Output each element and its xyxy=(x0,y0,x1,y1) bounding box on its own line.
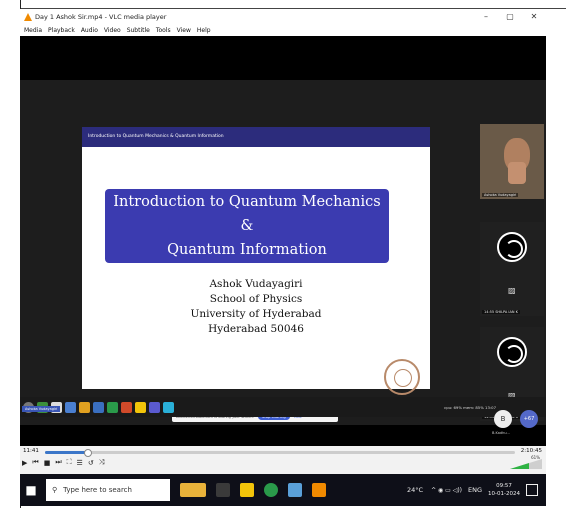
shuffle-button[interactable]: ⤨ xyxy=(99,458,105,467)
remote-app-icon xyxy=(121,401,132,413)
play-button[interactable]: ▶ xyxy=(22,459,27,467)
shared-screen: Introduction to Quantum Mechanics & Quan… xyxy=(20,80,546,425)
window-controls: – ▢ ✕ xyxy=(474,12,546,21)
clock-date: 10-01-2024 xyxy=(488,491,520,497)
participant-tile-2: ▨ 14:55 SHILPA IAN K xyxy=(480,222,544,316)
menu-video[interactable]: Video xyxy=(104,27,121,34)
title-bar: Day 1 Ashok Sir.mp4 - VLC media player –… xyxy=(20,9,546,24)
obs-icon xyxy=(497,337,527,367)
previous-button[interactable]: ⏮ xyxy=(32,458,38,467)
remote-app-icon xyxy=(163,401,174,413)
loop-button[interactable]: ↺ xyxy=(88,459,94,467)
university-seal-icon xyxy=(384,359,420,395)
playback-buttons: ▶ ⏮ ■ ⏭ ⛶ ☰ ↺ ⤨ xyxy=(22,458,109,467)
seek-bar[interactable] xyxy=(45,449,515,457)
total-duration: 2:10:45 xyxy=(520,448,542,454)
search-icon: ⚲ xyxy=(52,486,58,494)
remote-app-icon xyxy=(93,401,104,413)
volume-level xyxy=(510,463,529,469)
remote-cpu-mem: cpu: 69% mem: 85% xyxy=(444,404,484,410)
vlc-cone-icon xyxy=(24,12,32,21)
screenshot-frame: Day 1 Ashok Sir.mp4 - VLC media player –… xyxy=(0,0,566,508)
slide-title-box: Introduction to Quantum Mechanics & Quan… xyxy=(105,189,389,263)
menu-subtitle[interactable]: Subtitle xyxy=(127,27,150,34)
participant-video-tile: Ashoka Vudayagiri xyxy=(480,124,544,199)
slide-city: Hyderabad 50046 xyxy=(208,323,304,335)
remote-app-icon xyxy=(107,401,118,413)
menu-audio[interactable]: Audio xyxy=(81,27,98,34)
window-title: Day 1 Ashok Sir.mp4 - VLC media player xyxy=(35,12,167,21)
minimize-button[interactable]: – xyxy=(474,12,498,21)
slide-title-line2: Quantum Information xyxy=(167,242,327,258)
vlc-window: Day 1 Ashok Sir.mp4 - VLC media player –… xyxy=(20,9,546,506)
weather-temperature[interactable]: 24°C xyxy=(407,486,423,494)
elapsed-time: 11:41 xyxy=(23,448,39,454)
remote-taskbar: cpu: 69% mem: 85% 13:07 xyxy=(20,397,546,417)
system-tray: 24°C ^ ◉ ▭ ◁)) ENG 09:57 10-01-2024 xyxy=(407,482,546,498)
language-indicator[interactable]: ENG xyxy=(468,486,482,494)
player-controls: 11:41 2:10:45 ▶ ⏮ ■ ⏭ ⛶ ☰ ↺ ⤨ 61% xyxy=(20,446,546,474)
scan-edge-top xyxy=(0,0,566,9)
presentation-slide: Introduction to Quantum Mechanics & Quan… xyxy=(82,127,430,395)
obs-icon xyxy=(497,232,527,262)
volume-slider[interactable]: 61% xyxy=(510,455,542,469)
playlist-button[interactable]: ☰ xyxy=(77,459,83,467)
vlc-taskbar-icon[interactable] xyxy=(312,483,326,497)
app-icon[interactable] xyxy=(288,483,302,497)
remote-app-icon xyxy=(135,401,146,413)
avatar-name: B.Kadhu... xyxy=(492,431,510,435)
slide-department: School of Physics xyxy=(209,293,303,305)
menu-tools[interactable]: Tools xyxy=(156,27,171,34)
taskbar-clock[interactable]: 09:57 10-01-2024 xyxy=(488,482,520,498)
taskbar-search-input[interactable]: ⚲ Type here to search xyxy=(46,479,170,501)
menu-playback[interactable]: Playback xyxy=(48,27,75,34)
remote-app-icon xyxy=(65,401,76,413)
task-view-icon[interactable] xyxy=(216,483,230,497)
seek-knob[interactable] xyxy=(84,449,93,457)
presenter-name-tag: Ashoka Vudayagiri xyxy=(22,406,61,412)
remote-time: 13:07 xyxy=(485,404,496,410)
clock-time: 09:57 xyxy=(496,483,512,489)
participant-name: Ashoka Vudayagiri xyxy=(482,193,519,197)
video-area[interactable]: Introduction to Quantum Mechanics & Quan… xyxy=(20,36,546,456)
participant-tile-2-label: 14:55 SHILPA IAN K xyxy=(482,310,520,314)
remote-app-icon xyxy=(79,401,90,413)
volume-percent: 61% xyxy=(531,455,540,460)
more-participants-badge: +67 xyxy=(520,410,538,428)
slide-header: Introduction to Quantum Mechanics & Quan… xyxy=(82,127,430,147)
close-button[interactable]: ✕ xyxy=(522,12,546,21)
slide-university: University of Hyderabad xyxy=(190,308,322,320)
menu-bar: Media Playback Audio Video Subtitle Tool… xyxy=(20,24,546,36)
chrome-icon[interactable] xyxy=(264,483,278,497)
menu-help[interactable]: Help xyxy=(197,27,211,34)
notification-icon[interactable] xyxy=(526,484,538,496)
slide-author: Ashok Vudayagiri xyxy=(209,278,303,290)
search-placeholder: Type here to search xyxy=(63,486,132,494)
windows-start-icon[interactable]: ■ xyxy=(20,483,42,497)
file-explorer-icon[interactable] xyxy=(240,483,254,497)
menu-view[interactable]: View xyxy=(177,27,191,34)
participant-hands xyxy=(508,162,526,184)
windows-taskbar: ■ ⚲ Type here to search 24°C ^ ◉ ▭ ◁)) E… xyxy=(20,474,546,506)
avatar: B xyxy=(494,410,512,428)
scan-edge-left xyxy=(0,0,21,508)
menu-media[interactable]: Media xyxy=(24,27,42,34)
tray-icons[interactable]: ^ ◉ ▭ ◁)) xyxy=(431,487,462,494)
maximize-button[interactable]: ▢ xyxy=(498,12,522,21)
slide-author-block: Ashok Vudayagiri School of Physics Unive… xyxy=(82,277,430,337)
camera-off-icon: ▨ xyxy=(508,286,516,295)
next-button[interactable]: ⏭ xyxy=(55,458,61,467)
seek-progress xyxy=(45,451,88,454)
remote-app-icon xyxy=(149,401,160,413)
news-widget-icon[interactable] xyxy=(180,483,206,497)
slide-title-line1: Introduction to Quantum Mechanics & xyxy=(113,194,381,234)
stop-button[interactable]: ■ xyxy=(44,459,51,467)
fullscreen-button[interactable]: ⛶ xyxy=(67,458,72,467)
remote-system-status: cpu: 69% mem: 85% 13:07 xyxy=(444,405,496,410)
